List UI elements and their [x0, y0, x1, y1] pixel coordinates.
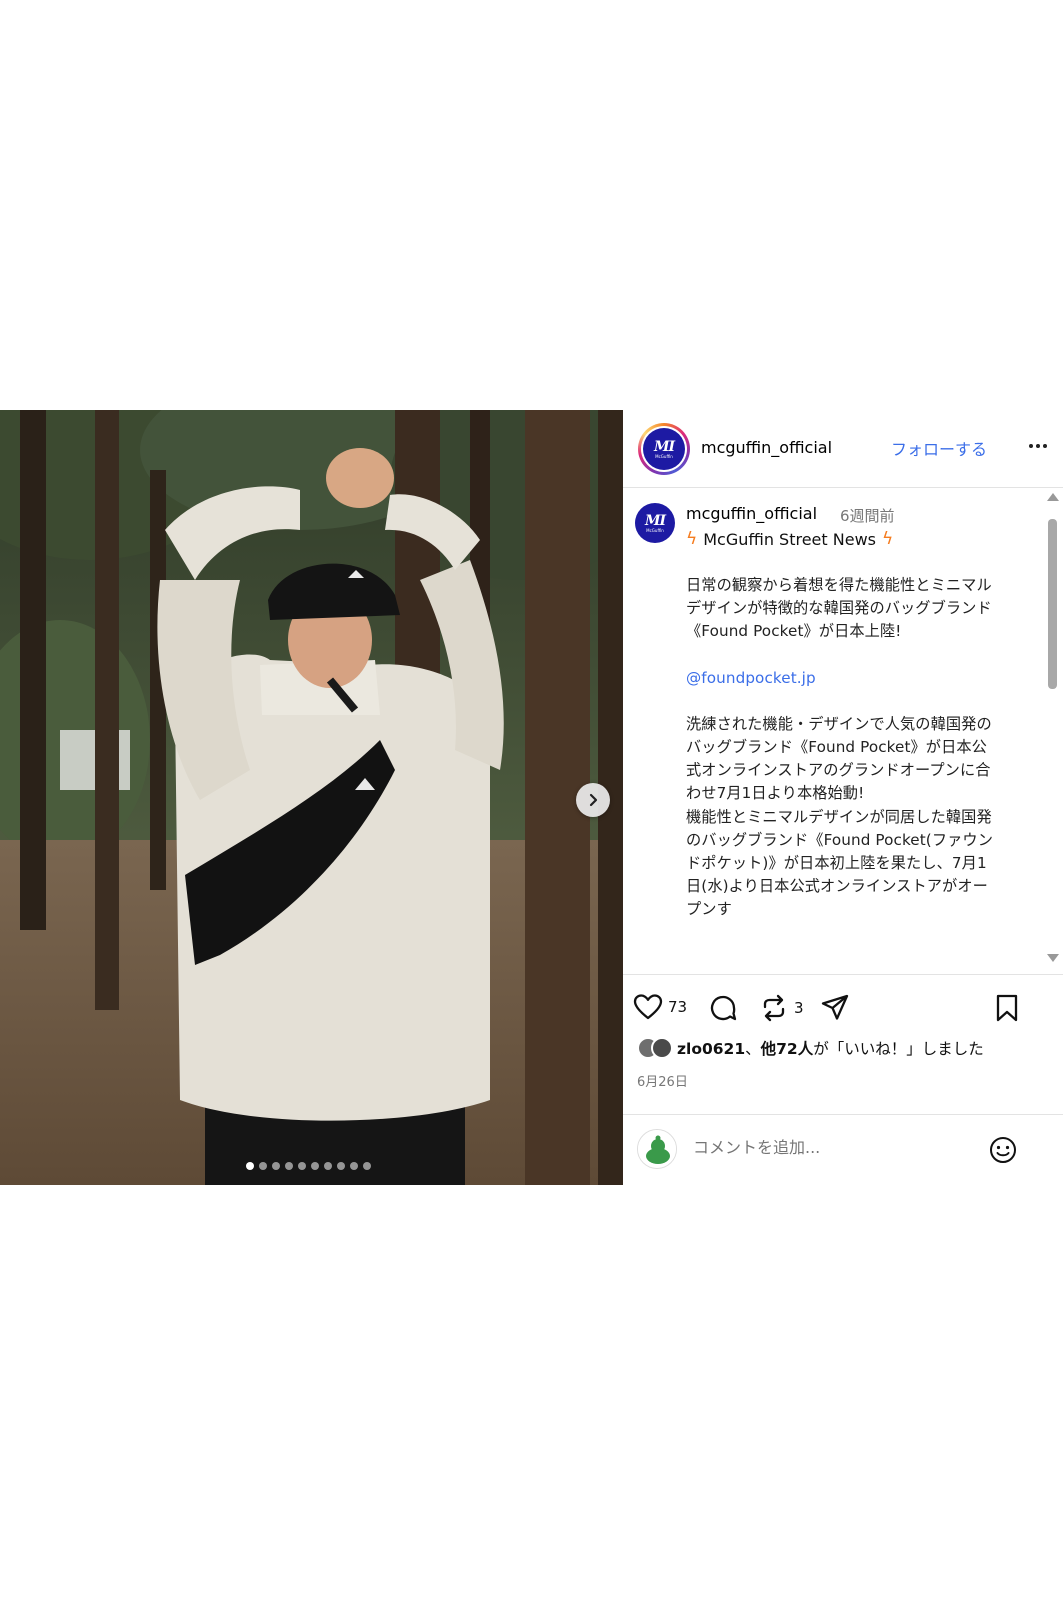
- bookmark-icon: [996, 994, 1018, 1022]
- lightning-bolt-icon: ϟ: [686, 529, 698, 549]
- scroll-down-arrow-icon[interactable]: [1047, 954, 1059, 962]
- carousel-dot[interactable]: [363, 1162, 371, 1170]
- emoji-smile-icon: [990, 1137, 1016, 1163]
- carousel-indicator: [246, 1162, 371, 1172]
- like-button[interactable]: 73: [633, 993, 687, 1021]
- repost-count[interactable]: 3: [794, 999, 804, 1017]
- scroll-up-arrow-icon[interactable]: [1047, 493, 1059, 501]
- post-panel: MI McGuffin mcguffin_official フォローする MI …: [623, 410, 1063, 1185]
- repost-button[interactable]: 3: [759, 993, 804, 1023]
- mcguffin-logo: MI McGuffin: [635, 503, 675, 543]
- carousel-dot[interactable]: [350, 1162, 358, 1170]
- caption-subtitle: ϟ McGuffin Street News ϟ: [686, 529, 894, 549]
- carousel-dot[interactable]: [285, 1162, 293, 1170]
- comment-button[interactable]: [708, 993, 738, 1023]
- carousel-dot[interactable]: [337, 1162, 345, 1170]
- post-date[interactable]: 6月26日: [637, 1071, 688, 1090]
- liked-by-suffix: が「いいね！」しました: [813, 1040, 984, 1058]
- caption-paragraph: 機能性とミニマルデザインが同居した韓国発のバッグブランド《Found Pocke…: [686, 807, 993, 919]
- emoji-button[interactable]: [988, 1135, 1018, 1169]
- avatar[interactable]: [651, 1037, 673, 1059]
- carousel-dot[interactable]: [272, 1162, 280, 1170]
- mention-link[interactable]: @foundpocket.jp: [686, 667, 1001, 690]
- carousel-dot[interactable]: [246, 1162, 254, 1170]
- post-header: MI McGuffin mcguffin_official フォローする: [623, 410, 1063, 488]
- more-options-icon[interactable]: [1023, 434, 1053, 458]
- carousel-dot[interactable]: [311, 1162, 319, 1170]
- post-photo: [0, 410, 623, 1185]
- next-slide-button[interactable]: [576, 783, 610, 817]
- chevron-right-icon: [589, 793, 598, 807]
- repost-icon: [763, 994, 785, 1022]
- caption-paragraph: 日常の観察から着想を得た機能性とミニマルデザインが特徴的な韓国発のバッグブランド…: [686, 576, 992, 641]
- current-user-avatar: [637, 1129, 677, 1169]
- mcguffin-logo: MI McGuffin: [643, 428, 685, 470]
- comment-composer: [623, 1114, 1063, 1185]
- author-username[interactable]: mcguffin_official: [701, 438, 832, 457]
- user-avatar-image: [638, 1130, 676, 1168]
- carousel-dot[interactable]: [259, 1162, 267, 1170]
- liked-by-user[interactable]: zlo0621: [677, 1040, 745, 1058]
- liked-by-others[interactable]: 他72人: [761, 1040, 814, 1058]
- save-button[interactable]: [993, 993, 1021, 1023]
- photo-image: [0, 410, 623, 1185]
- heart-icon: [633, 994, 663, 1020]
- caption-avatar[interactable]: MI McGuffin: [635, 503, 675, 543]
- carousel-dot[interactable]: [324, 1162, 332, 1170]
- scrollbar-thumb[interactable]: [1048, 519, 1057, 689]
- caption-time-ago[interactable]: 6週間前: [840, 505, 895, 526]
- caption-paragraph: 洗練された機能・デザインで人気の韓国発のバッグブランド《Found Pocket…: [686, 714, 992, 803]
- comment-icon: [710, 995, 737, 1021]
- carousel-dot[interactable]: [298, 1162, 306, 1170]
- author-avatar[interactable]: MI McGuffin: [638, 423, 690, 475]
- send-icon: [821, 994, 849, 1020]
- action-bar: 73 3 zlo0621、他72人が「いいね！」しました 6月26日: [623, 974, 1063, 1114]
- share-button[interactable]: [820, 993, 850, 1023]
- like-count[interactable]: 73: [668, 998, 687, 1016]
- caption-body: 日常の観察から着想を得た機能性とミニマルデザインが特徴的な韓国発のバッグブランド…: [686, 574, 1001, 922]
- follow-button[interactable]: フォローする: [891, 436, 987, 460]
- liked-by: zlo0621、他72人が「いいね！」しました: [637, 1037, 984, 1059]
- lightning-bolt-icon: ϟ: [882, 529, 894, 549]
- caption-scrollbar[interactable]: [1043, 489, 1063, 974]
- caption-section[interactable]: MI McGuffin mcguffin_official 6週間前 ϟ McG…: [623, 489, 1063, 974]
- comment-input[interactable]: [693, 1138, 973, 1157]
- caption-username[interactable]: mcguffin_official: [686, 504, 817, 523]
